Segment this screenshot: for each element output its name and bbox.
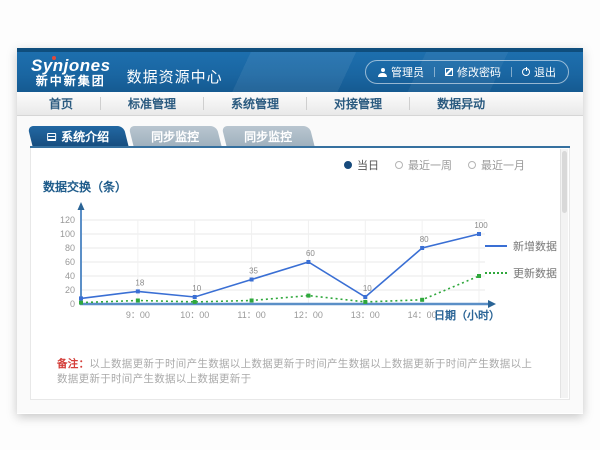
pill-divider [511, 67, 512, 77]
footnote-prefix: 备注： [57, 358, 89, 370]
nav-item-interface-mgmt[interactable]: 对接管理 [307, 95, 409, 112]
y-axis-title: 数据交换（条） [43, 178, 127, 195]
panel-scrollbar[interactable] [560, 149, 568, 398]
document-icon [47, 132, 56, 140]
tab-label: 同步监控 [244, 128, 292, 145]
change-password-label: 修改密码 [457, 64, 501, 80]
line-chart: 0 20 40 60 80 100 120 9：00 10：00 11：00 12：00 13：00 1… [47, 194, 502, 334]
svg-text:20: 20 [65, 285, 75, 295]
scrollbar-thumb[interactable] [562, 151, 567, 213]
svg-text:18: 18 [135, 278, 144, 287]
nav-item-system-mgmt[interactable]: 系统管理 [204, 95, 306, 112]
app-header: Synjones 新中新集团 数据资源中心 管理员 修改密码 退出 [17, 52, 583, 92]
logo: Synjones 新中新集团 [31, 57, 111, 87]
svg-text:10: 10 [363, 284, 372, 293]
admin-label: 管理员 [391, 64, 424, 80]
tab-sync-monitor-2[interactable]: 同步监控 [222, 126, 315, 146]
logo-name: Synjones [31, 57, 111, 75]
tab-label: 系统介绍 [61, 128, 109, 145]
svg-text:14：00: 14：00 [408, 310, 437, 320]
svg-text:40: 40 [65, 271, 75, 281]
admin-menu-item[interactable]: 管理员 [378, 64, 424, 80]
user-menu: 管理员 修改密码 退出 [365, 60, 569, 84]
legend-label: 更新数据 [513, 265, 557, 281]
change-password-button[interactable]: 修改密码 [445, 64, 501, 80]
main-nav: 首页 标准管理 系统管理 对接管理 数据异动 [17, 92, 583, 116]
filter-label: 最近一周 [408, 157, 452, 173]
footnote-text: 以上数据更新于时间产生数据以上数据更新于时间产生数据以上数据更新于时间产生数据以… [57, 358, 532, 385]
tab-system-intro[interactable]: 系统介绍 [28, 126, 129, 146]
user-icon [378, 68, 387, 77]
svg-text:80: 80 [65, 243, 75, 253]
chart-legend: 新增数据 更新数据 [485, 238, 557, 281]
power-icon [522, 68, 530, 76]
logo-accent-dot [52, 56, 56, 60]
legend-item-update-data: 更新数据 [485, 265, 557, 281]
dotted-line-swatch-icon [485, 272, 507, 274]
svg-text:11：00: 11：00 [237, 310, 265, 320]
filter-last-month[interactable]: 最近一月 [468, 157, 525, 173]
svg-text:9：00: 9：00 [126, 310, 150, 320]
solid-line-swatch-icon [485, 245, 507, 247]
svg-text:120: 120 [60, 215, 75, 225]
chart-panel: 当日 最近一周 最近一月 数据交换（条） 0 20 40 60 80 100 120 9：00… [30, 148, 570, 400]
filter-last-week[interactable]: 最近一周 [395, 157, 452, 173]
content-area: 系统介绍 同步监控 同步监控 当日 [17, 116, 583, 413]
svg-text:0: 0 [70, 299, 75, 309]
nav-item-data-change[interactable]: 数据异动 [410, 95, 512, 112]
radio-icon [395, 161, 403, 169]
legend-item-new-data: 新增数据 [485, 238, 557, 254]
tab-sync-monitor-1[interactable]: 同步监控 [129, 126, 222, 146]
filter-label: 最近一月 [481, 157, 525, 173]
page-background: Synjones 新中新集团 数据资源中心 管理员 修改密码 退出 [0, 0, 600, 450]
tab-label: 同步监控 [151, 128, 199, 145]
chart-filters: 当日 最近一周 最近一月 [344, 157, 525, 173]
tab-bar: 系统介绍 同步监控 同步监控 [30, 126, 570, 148]
legend-label: 新增数据 [513, 238, 557, 254]
svg-text:12：00: 12：00 [294, 310, 323, 320]
svg-text:60: 60 [306, 249, 315, 258]
svg-text:80: 80 [420, 235, 429, 244]
nav-item-standard-mgmt[interactable]: 标准管理 [101, 95, 203, 112]
filter-today[interactable]: 当日 [344, 157, 379, 173]
logout-label: 退出 [534, 64, 556, 80]
svg-text:60: 60 [65, 257, 75, 267]
edit-icon [445, 68, 453, 76]
filter-label: 当日 [357, 157, 379, 173]
svg-text:100: 100 [60, 229, 75, 239]
chart-wrapper: 0 20 40 60 80 100 120 9：00 10：00 11：00 12：00 13：00 1… [47, 194, 502, 334]
svg-text:35: 35 [249, 267, 258, 276]
logout-button[interactable]: 退出 [522, 64, 556, 80]
svg-text:日期（小时）: 日期（小时） [434, 308, 500, 322]
footnote: 备注：以上数据更新于时间产生数据以上数据更新于时间产生数据以上数据更新于时间产生… [57, 356, 535, 386]
svg-text:10：00: 10：00 [180, 310, 209, 320]
svg-text:13：00: 13：00 [351, 310, 380, 320]
nav-item-home[interactable]: 首页 [17, 95, 100, 112]
radio-icon [468, 161, 476, 169]
app-title: 数据资源中心 [127, 58, 223, 87]
svg-text:10: 10 [192, 284, 201, 293]
logo-company: 新中新集团 [31, 75, 111, 88]
radio-selected-icon [344, 161, 352, 169]
pill-divider [434, 67, 435, 77]
app-window: Synjones 新中新集团 数据资源中心 管理员 修改密码 退出 [17, 48, 583, 414]
svg-text:100: 100 [474, 221, 488, 230]
